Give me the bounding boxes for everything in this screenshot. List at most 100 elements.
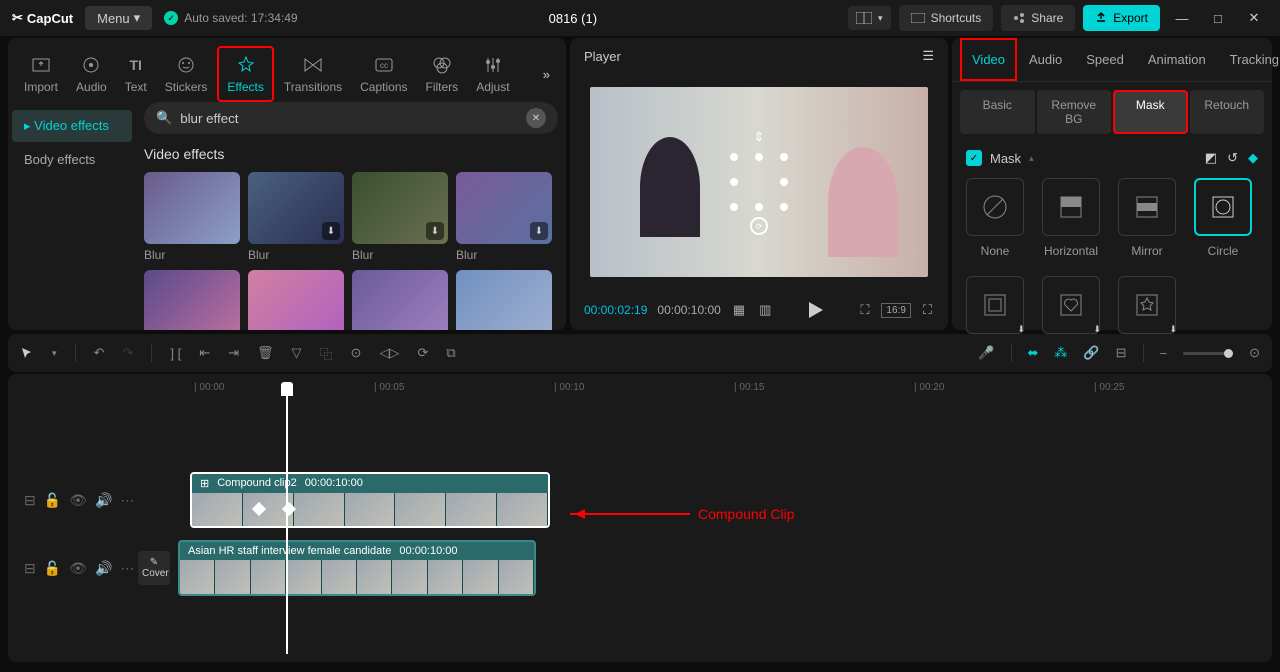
redo-button[interactable]: ↷: [122, 345, 133, 361]
link-toggle[interactable]: ⁂: [1054, 345, 1067, 361]
mic-button[interactable]: 🎤: [978, 345, 994, 361]
track-more-icon[interactable]: ⋯: [120, 492, 134, 509]
play-button[interactable]: [809, 302, 823, 318]
cover-button[interactable]: ✎ Cover: [138, 551, 170, 585]
undo-button[interactable]: ↶: [94, 345, 105, 361]
track-visible-icon[interactable]: 👁: [69, 492, 87, 509]
close-button[interactable]: ✕: [1240, 4, 1268, 32]
scale-icon[interactable]: ⛶: [858, 300, 871, 320]
preview-area[interactable]: ⇕ ⟳: [570, 74, 948, 290]
mask-mirror[interactable]: Mirror: [1118, 178, 1176, 258]
duplicate-tool[interactable]: ⿻: [320, 344, 333, 363]
select-tool[interactable]: [20, 346, 34, 360]
prop-tab-tracking[interactable]: Tracking: [1218, 38, 1280, 81]
effect-card[interactable]: [456, 270, 552, 330]
track-mute-icon[interactable]: 🔊: [95, 560, 112, 577]
shortcuts-button[interactable]: Shortcuts: [899, 5, 994, 31]
effect-card[interactable]: [248, 270, 344, 330]
fullscreen-button[interactable]: ⛶: [921, 300, 934, 320]
clip-compound[interactable]: ⊞Compound clip200:00:10:00: [190, 472, 550, 528]
tab-effects[interactable]: Effects: [217, 46, 273, 102]
mark-tool[interactable]: ▽: [292, 345, 302, 361]
keyframe-icon[interactable]: ◆: [1248, 150, 1258, 166]
track-mute-icon[interactable]: 🔊: [95, 492, 112, 509]
share-button[interactable]: Share: [1001, 5, 1075, 31]
tab-stickers[interactable]: Stickers: [157, 48, 216, 100]
delete-tool[interactable]: 🗑: [257, 345, 274, 361]
clip-video[interactable]: Asian HR staff interview female candidat…: [178, 540, 536, 596]
text-icon: TI: [125, 54, 147, 76]
sub-tab-removebg[interactable]: Remove BG: [1037, 90, 1112, 134]
tab-adjust[interactable]: Adjust: [468, 48, 517, 100]
magnet-toggle[interactable]: ⬌: [1028, 345, 1039, 361]
trim-right-tool[interactable]: ⇥: [228, 345, 239, 361]
prop-tab-audio[interactable]: Audio: [1017, 38, 1074, 81]
link-icon[interactable]: 🔗: [1083, 345, 1099, 361]
sidebar-item-video-effects[interactable]: ▸ Video effects: [12, 110, 132, 142]
track-lock-icon[interactable]: 🔓: [44, 560, 61, 577]
compare-icon[interactable]: ▥: [757, 300, 773, 320]
minimize-button[interactable]: —: [1168, 4, 1196, 32]
mask-horizontal[interactable]: Horizontal: [1042, 178, 1100, 258]
sub-tab-basic[interactable]: Basic: [960, 90, 1035, 134]
tab-import[interactable]: Import: [16, 48, 66, 100]
preview-toggle[interactable]: ⊟: [1116, 345, 1127, 361]
search-input[interactable]: [180, 111, 518, 126]
trim-left-tool[interactable]: ⇤: [199, 345, 210, 361]
tab-transitions[interactable]: Transitions: [276, 48, 350, 100]
layout-button[interactable]: ▾: [848, 6, 891, 30]
timeline[interactable]: | 00:00 | 00:05 | 00:10 | 00:15 | 00:20 …: [8, 374, 1272, 662]
track-visible-icon[interactable]: 👁: [69, 560, 87, 577]
prop-tab-video[interactable]: Video: [960, 38, 1017, 81]
mask-star[interactable]: ⬇: [1118, 276, 1176, 334]
track-lock-icon[interactable]: 🔓: [44, 492, 61, 509]
mirror-tool[interactable]: ◁▷: [379, 345, 399, 361]
split-tool[interactable]: ] [: [170, 346, 181, 361]
tab-text[interactable]: TIText: [117, 48, 155, 100]
reset-icon[interactable]: ↺: [1227, 150, 1238, 166]
prop-tab-animation[interactable]: Animation: [1136, 38, 1218, 81]
sidebar-item-body-effects[interactable]: Body effects: [12, 144, 132, 175]
effect-card[interactable]: [352, 270, 448, 330]
clear-search-button[interactable]: ✕: [526, 108, 546, 128]
expand-tabs-button[interactable]: »: [535, 59, 558, 90]
track-collapse-icon[interactable]: ⊟: [24, 492, 36, 509]
speed-tool[interactable]: ⊙: [351, 345, 362, 361]
mask-rect[interactable]: ⬇: [966, 276, 1024, 334]
effect-card[interactable]: ⬇Blur: [352, 172, 448, 262]
effect-card[interactable]: [144, 270, 240, 330]
player-menu-button[interactable]: ☰: [922, 48, 934, 64]
mask-circle[interactable]: Circle: [1194, 178, 1252, 258]
rotate-tool[interactable]: ⟳: [417, 345, 428, 361]
chevron-down-icon[interactable]: ▾: [52, 348, 57, 359]
effect-card[interactable]: ⬇Blur: [456, 172, 552, 262]
check-icon: ✓: [164, 11, 178, 25]
tab-audio[interactable]: Audio: [68, 48, 115, 100]
track-collapse-icon[interactable]: ⊟: [24, 560, 36, 577]
grid-icon[interactable]: ▦: [731, 300, 747, 320]
current-time: 00:00:02:19: [584, 303, 647, 317]
mask-heart[interactable]: ⬇: [1042, 276, 1100, 334]
ratio-button[interactable]: 16:9: [881, 303, 910, 318]
tab-filters[interactable]: Filters: [418, 48, 467, 100]
chevron-up-icon[interactable]: ▴: [1029, 153, 1034, 164]
effect-card[interactable]: ⬇Blur: [248, 172, 344, 262]
zoom-out-button[interactable]: −: [1160, 346, 1168, 361]
sub-tab-retouch[interactable]: Retouch: [1190, 90, 1265, 134]
mask-handles[interactable]: ⇕ ⟳: [734, 157, 784, 207]
export-button[interactable]: Export: [1083, 5, 1160, 31]
menu-button[interactable]: Menu ▾: [85, 6, 152, 30]
mask-checkbox[interactable]: ✓: [966, 150, 982, 166]
zoom-fit-button[interactable]: ⊙: [1249, 345, 1260, 361]
maximize-button[interactable]: □: [1204, 4, 1232, 32]
mask-none[interactable]: None: [966, 178, 1024, 258]
invert-icon[interactable]: ◩: [1205, 150, 1217, 166]
effect-card[interactable]: Blur: [144, 172, 240, 262]
sub-tab-mask[interactable]: Mask: [1113, 90, 1188, 134]
track-more-icon[interactable]: ⋯: [120, 560, 134, 577]
crop-tool[interactable]: ⧉: [446, 345, 455, 361]
playhead[interactable]: [286, 382, 288, 654]
ruler[interactable]: | 00:00 | 00:05 | 00:10 | 00:15 | 00:20 …: [178, 382, 1272, 402]
prop-tab-speed[interactable]: Speed: [1074, 38, 1136, 81]
tab-captions[interactable]: ccCaptions: [352, 48, 415, 100]
